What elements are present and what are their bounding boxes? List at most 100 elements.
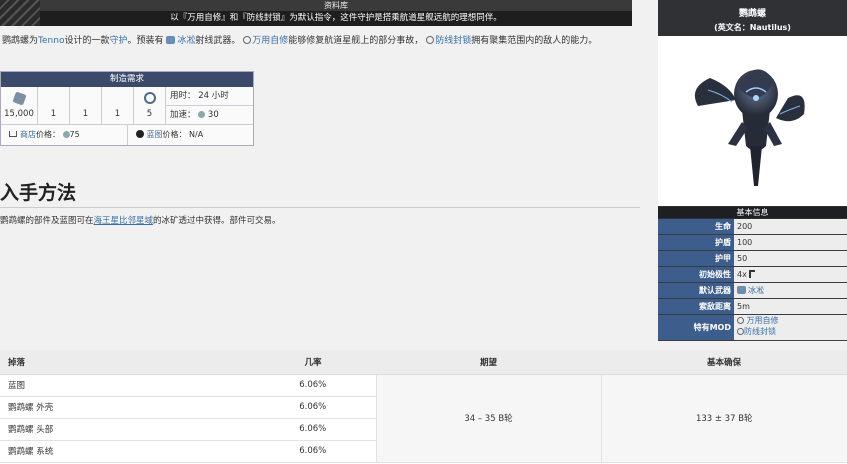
nautilus-image bbox=[658, 36, 847, 206]
infobox: 鹦鹉螺 (英文名：Nautilus) 基本信息 生命 200 护盾 100 护甲… bbox=[658, 0, 847, 341]
neptune-proxima-link[interactable]: 海王星比邻星域 bbox=[94, 216, 154, 226]
intro-text: 能够修复航道星舰上的部分事故， bbox=[288, 36, 424, 46]
drop-item: 鹦鹉螺 头部 bbox=[0, 418, 250, 441]
intro-text: 为 bbox=[29, 36, 39, 46]
crafting-header-text: 制造 bbox=[109, 74, 127, 84]
default-weapon-link[interactable]: 冰凇 bbox=[748, 286, 764, 295]
drop-chance: 6.06% bbox=[250, 374, 376, 397]
infobox-row-polarity: 初始极性 4x bbox=[658, 267, 847, 283]
range-value: 5m bbox=[734, 299, 847, 314]
infobox-row-armor: 护甲 50 bbox=[658, 251, 847, 267]
market-value: 75 bbox=[69, 130, 80, 139]
weapon-icon bbox=[737, 286, 746, 294]
mod1-link[interactable]: 万用自修 bbox=[252, 36, 288, 46]
infobox-english-name: (英文名：Nautilus) bbox=[714, 23, 791, 32]
mod-icon bbox=[737, 317, 744, 324]
resource-value: 1 bbox=[50, 108, 57, 119]
drop-table-header: 掉落 几率 期望 基本确保 bbox=[0, 350, 847, 375]
default-weapon-cell: 冰凇 bbox=[734, 283, 847, 298]
mod-icon bbox=[243, 36, 252, 44]
build-time: 用时： 24 小时 bbox=[166, 87, 253, 106]
cart-icon bbox=[9, 131, 17, 137]
table-row: 蓝图 6.06% 34 – 35 B轮 133 ± 37 B轮 bbox=[0, 374, 847, 463]
infobox-rows: 生命 200 护盾 100 护甲 50 初始极性 4x 默认武器 冰凇 索敌距离… bbox=[658, 219, 847, 341]
crafting-header: 制造需求 bbox=[1, 72, 253, 87]
crafting-table: 制造需求 15,000 1 1 1 5 用时： 24 小时 加速： 30 商店价… bbox=[0, 71, 254, 146]
market-label: 价格： bbox=[36, 130, 60, 139]
infobox-row-health: 生命 200 bbox=[658, 219, 847, 235]
health-label: 生命 bbox=[658, 219, 734, 234]
shield-value: 100 bbox=[734, 235, 847, 250]
infobox-title: 鹦鹉螺 (英文名：Nautilus) bbox=[658, 8, 847, 34]
mod-icon bbox=[737, 328, 744, 335]
resource-value: 5 bbox=[146, 109, 153, 119]
mod2-link[interactable]: 防线封锁 bbox=[435, 36, 471, 46]
market-link[interactable]: 商店 bbox=[20, 130, 36, 139]
resource-value: 1 bbox=[114, 108, 121, 119]
blueprint-link[interactable]: 蓝图 bbox=[147, 130, 163, 139]
blueprint-value: N/A bbox=[189, 130, 204, 139]
infobox-row-range: 索敌距离 5m bbox=[658, 299, 847, 315]
shield-label: 护盾 bbox=[658, 235, 734, 250]
drop-item: 蓝图 bbox=[0, 374, 250, 397]
infobox-row-weapon: 默认武器 冰凇 bbox=[658, 283, 847, 299]
resource-cell: 5 bbox=[134, 87, 166, 124]
credits-icon bbox=[11, 90, 27, 106]
rush-label: 加速： bbox=[170, 110, 196, 120]
intro-text: 。预装有 bbox=[127, 36, 164, 46]
mod1-link[interactable]: 万用自修 bbox=[747, 316, 779, 325]
resource-cell: 1 bbox=[38, 87, 70, 124]
time-cells: 用时： 24 小时 加速： 30 bbox=[166, 87, 253, 124]
mod-entry: 防线封锁 bbox=[737, 326, 847, 337]
drop-header-item: 掉落 bbox=[0, 350, 250, 375]
weapon-icon bbox=[166, 36, 176, 44]
infobox-row-shield: 护盾 100 bbox=[658, 235, 847, 251]
credits-cell: 15,000 bbox=[1, 87, 38, 124]
heading-divider bbox=[0, 207, 640, 208]
resource-icon bbox=[143, 92, 156, 104]
armor-value: 50 bbox=[734, 251, 847, 266]
resource-cell: 1 bbox=[70, 87, 102, 124]
drop-header-guaranteed: 基本确保 bbox=[601, 350, 847, 375]
requirements-link[interactable]: 需求 bbox=[127, 74, 144, 84]
mod-entry: 万用自修 bbox=[737, 315, 847, 326]
nautilus-render-icon bbox=[694, 69, 805, 186]
drop-header-expected: 期望 bbox=[376, 350, 601, 375]
time-label: 用时： bbox=[170, 91, 196, 101]
drop-chance: 6.06% bbox=[250, 396, 376, 419]
polarity-label: 初始极性 bbox=[658, 267, 734, 282]
range-label: 索敌距离 bbox=[658, 299, 734, 314]
chevron-decoration bbox=[0, 0, 40, 26]
polarity-icon bbox=[749, 270, 756, 278]
mod2-link[interactable]: 防线封锁 bbox=[744, 327, 776, 336]
weapon-link[interactable]: 冰凇 bbox=[177, 36, 195, 46]
tenno-link[interactable]: Tenno bbox=[38, 36, 64, 46]
rush-value: 30 bbox=[207, 110, 219, 120]
mod-icon bbox=[426, 36, 435, 44]
drop-expected: 34 – 35 B轮 bbox=[375, 374, 601, 463]
acquisition-text-post: 的冰矿透过中获得。部件可交易。 bbox=[153, 216, 281, 226]
drop-item: 鹦鹉螺 外壳 bbox=[0, 396, 250, 419]
intro-text: 设计的一款 bbox=[64, 36, 110, 46]
polarity-value-cell: 4x bbox=[734, 267, 847, 282]
credits-value: 15,000 bbox=[4, 108, 34, 119]
armor-label: 护甲 bbox=[658, 251, 734, 266]
infobox-name: 鹦鹉螺 bbox=[738, 9, 766, 19]
intro-text: 射线武器。 bbox=[195, 36, 241, 46]
acquisition-text-pre: 鹦鹉螺的部件及蓝图可在 bbox=[0, 216, 94, 226]
unique-mods-cell: 万用自修 防线封锁 bbox=[734, 315, 847, 340]
blueprint-label: 价格： bbox=[162, 130, 187, 139]
acquisition-text: 鹦鹉螺的部件及蓝图可在海王星比邻星域的冰矿透过中获得。部件可交易。 bbox=[0, 214, 281, 226]
polarity-value: 4x bbox=[737, 270, 747, 279]
guard-link[interactable]: 守护 bbox=[109, 36, 127, 46]
blueprint-price: 蓝图价格： N/A bbox=[128, 125, 254, 145]
default-weapon-label: 默认武器 bbox=[658, 283, 734, 298]
banner-subtitle: 以『万用自修』和『防线封锁』为默认指令，这件守护是搭乘航道星舰远航的理想同伴。 bbox=[40, 11, 632, 26]
acquisition-heading: 入手方法 bbox=[0, 182, 77, 204]
drop-chance: 6.06% bbox=[250, 418, 376, 441]
banner-title: 资料库 bbox=[40, 0, 632, 11]
intro-text: 拥有聚集范围内的敌人的能力。 bbox=[471, 36, 598, 46]
drop-header-chance: 几率 bbox=[250, 350, 376, 375]
infobox-row-mods: 特有MOD 万用自修 防线封锁 bbox=[658, 315, 847, 341]
health-value: 200 bbox=[734, 219, 847, 234]
